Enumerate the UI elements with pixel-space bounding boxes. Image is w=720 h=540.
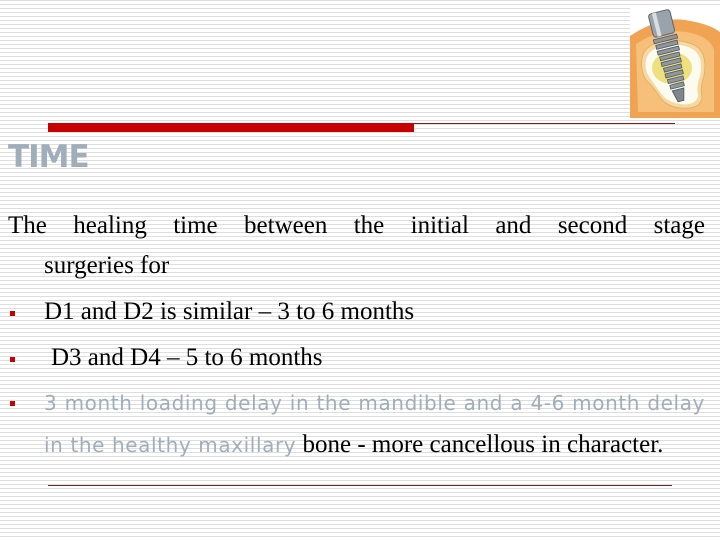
slide-title: TIME bbox=[8, 139, 90, 175]
bullet-text-mixed: 3 month loading delay in the mandible an… bbox=[44, 382, 705, 466]
intro-text-line1: The healing time between the initial and… bbox=[8, 212, 705, 239]
square-bullet-icon bbox=[10, 357, 15, 362]
bullet-item: D3 and D4 – 5 to 6 months bbox=[8, 338, 705, 378]
square-bullet-icon bbox=[10, 401, 15, 406]
bullet-item: 3 month loading delay in the mandible an… bbox=[8, 382, 705, 466]
bullet-item: D1 and D2 is similar – 3 to 6 months bbox=[8, 292, 705, 332]
slide-body: The healing time between the initial and… bbox=[8, 206, 705, 466]
footer-divider-line bbox=[48, 485, 672, 486]
accent-bar bbox=[48, 123, 414, 132]
intro-paragraph: The healing time between the initial and… bbox=[8, 206, 705, 286]
accent-divider-line bbox=[414, 123, 675, 124]
bullet-text: bone - more cancellous in character. bbox=[296, 431, 664, 458]
bullet-text: D3 and D4 – 5 to 6 months bbox=[51, 344, 323, 371]
square-bullet-icon bbox=[10, 311, 15, 316]
intro-text-line2: surgeries for bbox=[44, 252, 170, 279]
bullet-text: D1 and D2 is similar – 3 to 6 months bbox=[44, 298, 415, 325]
dental-implant-image bbox=[630, 6, 720, 118]
